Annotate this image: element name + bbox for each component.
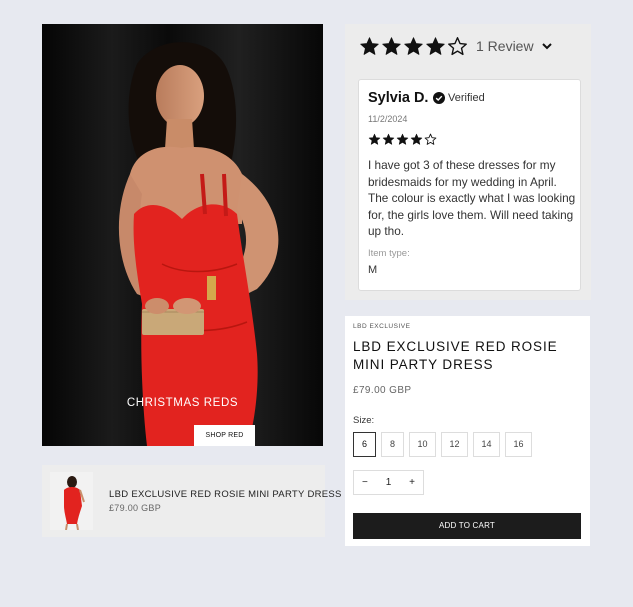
size-label: Size: — [353, 415, 375, 426]
product-price: £79.00 GBP — [353, 385, 412, 396]
qty-increase-button[interactable]: + — [409, 477, 415, 488]
qty-value[interactable]: 1 — [386, 477, 392, 488]
size-option-16[interactable]: 16 — [505, 432, 532, 457]
hero-image — [42, 24, 323, 446]
add-to-cart-button[interactable]: ADD TO CART — [353, 513, 581, 539]
size-option-10[interactable]: 10 — [409, 432, 436, 457]
size-option-6[interactable]: 6 — [353, 432, 376, 457]
review-card: Sylvia D. Verified 11/2/2024 I have got … — [358, 79, 581, 291]
size-option-14[interactable]: 14 — [473, 432, 500, 457]
mini-product-card[interactable]: LBD EXCLUSIVE RED ROSIE MINI PARTY DRESS… — [42, 465, 341, 537]
star-icon — [382, 133, 395, 145]
review-date: 11/2/2024 — [368, 114, 408, 124]
size-option-8[interactable]: 8 — [381, 432, 404, 457]
product-brand: LBD EXCLUSIVE — [353, 323, 411, 330]
verified-label: Verified — [448, 92, 485, 104]
product-title: LBD EXCLUSIVE RED ROSIE MINI PARTY DRESS — [353, 339, 558, 372]
item-type-value: M — [368, 264, 378, 276]
qty-decrease-button[interactable]: − — [362, 477, 368, 488]
star-empty-icon — [448, 36, 467, 55]
reviews-widget: 1 Review Sylvia D. Verified 11/2/2024 I … — [345, 24, 591, 300]
product-panel: LBD EXCLUSIVE LBD EXCLUSIVE RED ROSIE MI… — [345, 316, 590, 546]
product-thumbnail[interactable] — [50, 472, 93, 530]
star-icon — [360, 36, 379, 55]
star-icon — [368, 133, 381, 145]
shop-red-button[interactable]: SHOP RED — [194, 425, 255, 446]
review-stars — [368, 133, 437, 146]
review-count[interactable]: 1 Review — [476, 38, 534, 54]
review-body: I have got 3 of these dresses for my bri… — [368, 158, 576, 238]
item-type-label: Item type: — [368, 248, 410, 259]
hero-title: CHRISTMAS REDS — [126, 397, 239, 409]
star-icon — [396, 133, 409, 145]
quantity-stepper[interactable]: − 1 + — [353, 470, 424, 495]
hero-banner[interactable]: CHRISTMAS REDS SHOP RED — [42, 24, 323, 446]
reviews-summary[interactable]: 1 Review — [359, 35, 553, 57]
star-icon — [382, 36, 401, 55]
size-option-12[interactable]: 12 — [441, 432, 468, 457]
size-selector: 6 8 10 12 14 16 — [353, 432, 532, 457]
star-icon — [410, 133, 423, 145]
mini-product-name[interactable]: LBD EXCLUSIVE RED ROSIE MINI PARTY DRESS — [109, 489, 342, 500]
rating-stars — [359, 36, 468, 57]
star-icon — [404, 36, 423, 55]
mini-product-price: £79.00 GBP — [109, 503, 162, 513]
star-empty-icon — [424, 133, 437, 145]
chevron-down-icon[interactable] — [541, 40, 553, 52]
star-icon — [426, 36, 445, 55]
review-author: Sylvia D. — [368, 90, 429, 106]
verified-check-icon — [433, 92, 445, 104]
verified-badge: Verified — [433, 92, 485, 104]
